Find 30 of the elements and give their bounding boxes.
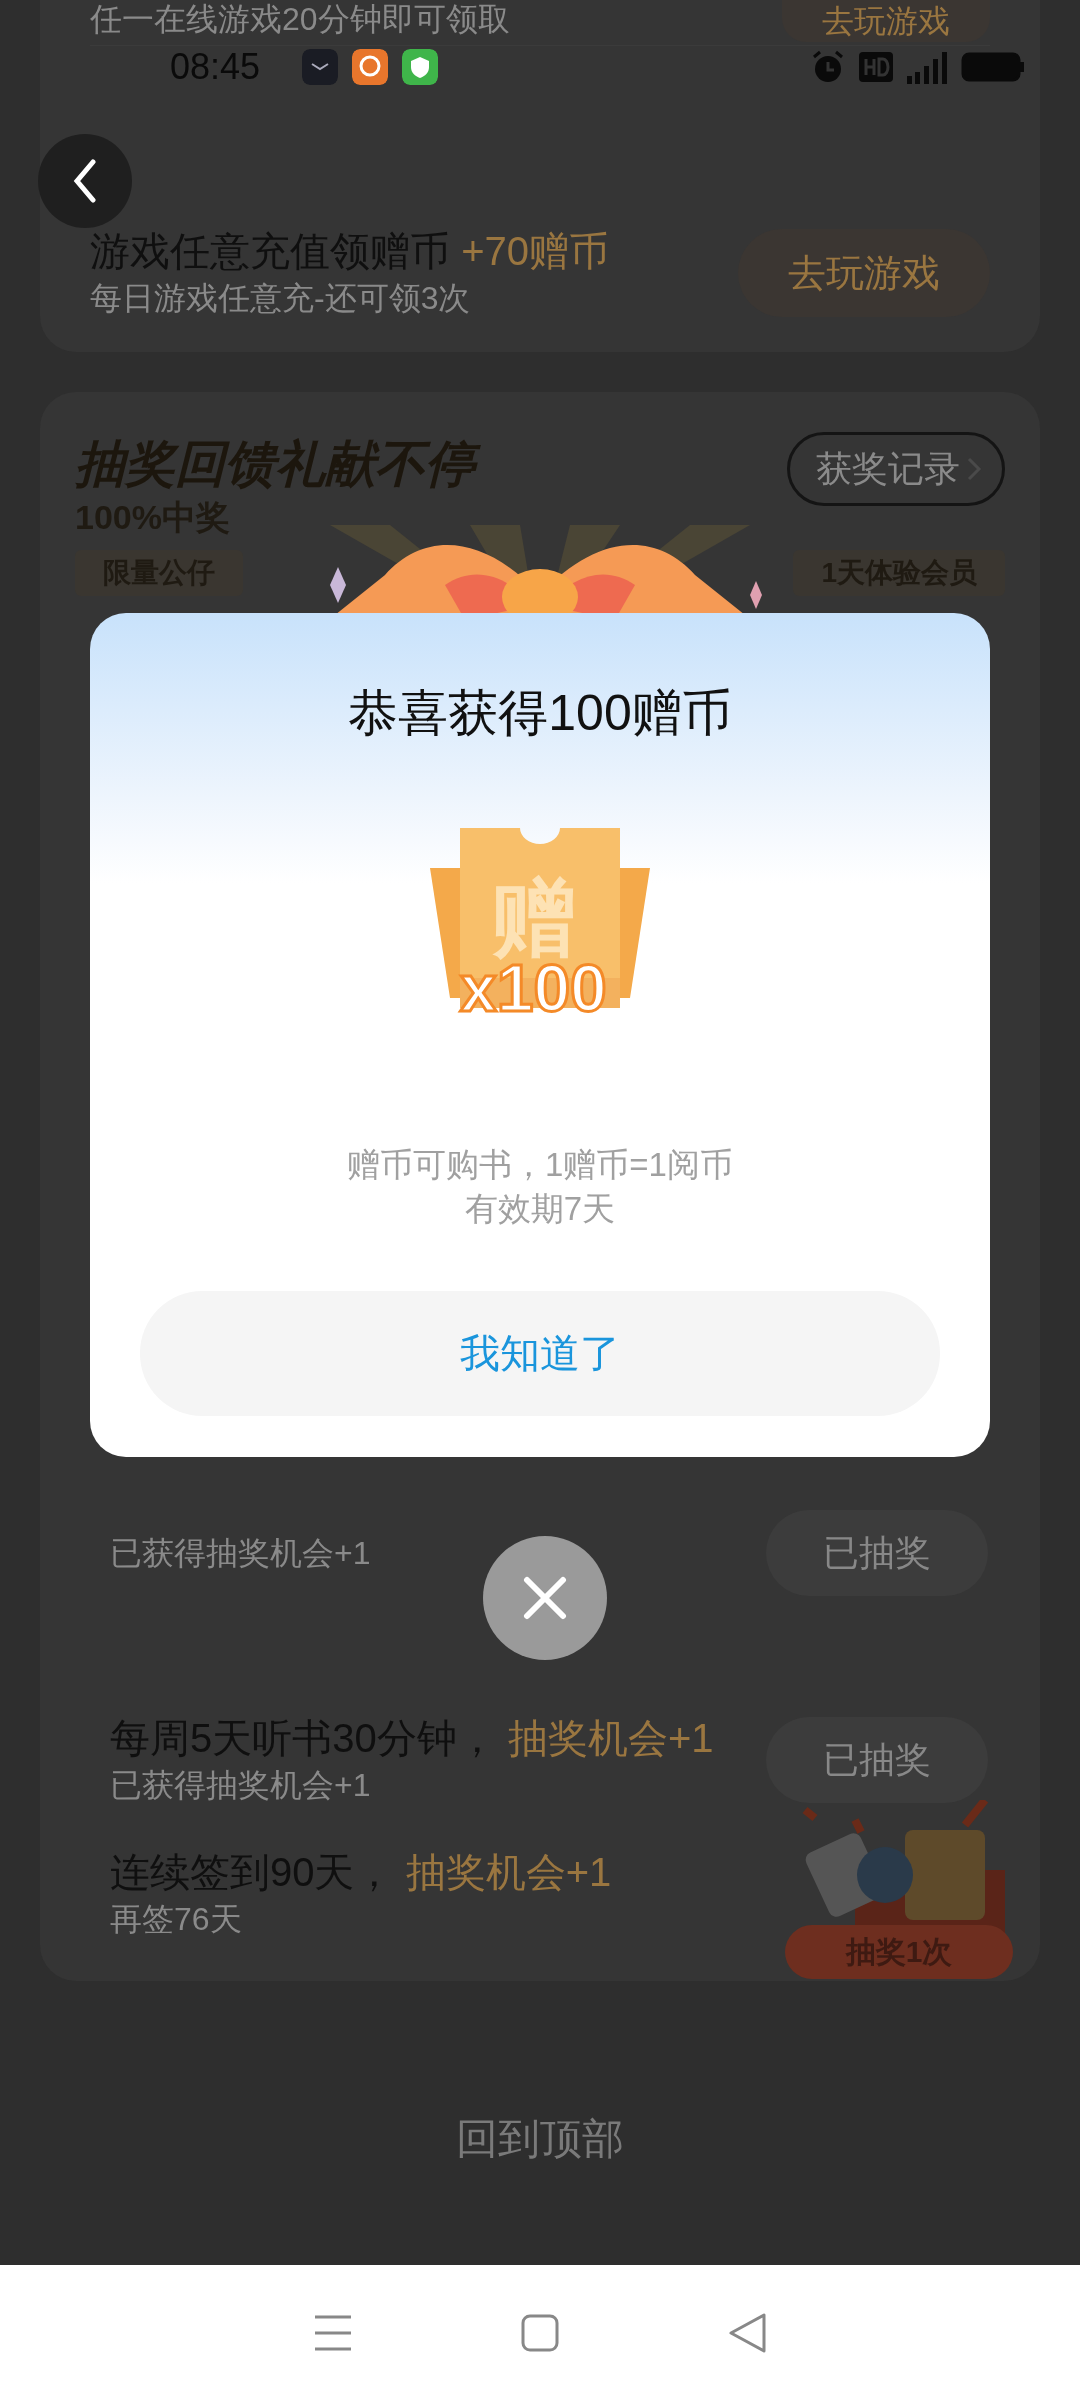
- home-button[interactable]: [521, 2313, 559, 2352]
- browser-app-icon: [352, 49, 389, 85]
- signal-icon: [907, 50, 947, 84]
- dialog-description: 有效期7天: [463, 1189, 617, 1229]
- alarm-icon: [811, 50, 845, 84]
- menu-icon: [314, 2314, 353, 2351]
- drawn-button[interactable]: 已抽奖: [766, 1717, 988, 1803]
- battery-icon: [961, 52, 1025, 82]
- home-icon: [521, 2313, 559, 2352]
- task-subtitle: 已获得抽奖机会+1: [110, 1534, 372, 1573]
- task-subtitle: 任一在线游戏20分钟即可领取: [90, 0, 510, 38]
- menu-button[interactable]: [314, 2314, 353, 2351]
- dialog-title: 恭喜获得100赠币: [348, 684, 732, 743]
- hd-icon: [859, 52, 893, 82]
- play-game-button[interactable]: 去玩游戏: [738, 229, 990, 317]
- prize-records-button[interactable]: 获奖记录: [787, 432, 1005, 506]
- shield-app-icon: [402, 49, 439, 85]
- task-subtitle: 每日游戏任意充-还可领3次: [90, 279, 472, 318]
- task-subtitle: 已获得抽奖机会+1: [110, 1766, 372, 1805]
- dialog-description: 赠币可购书，1赠币=1阅币: [347, 1145, 733, 1185]
- drawn-button[interactable]: 已抽奖: [766, 1510, 988, 1596]
- back-nav-button[interactable]: [727, 2312, 766, 2353]
- mail-app-icon: [302, 49, 339, 85]
- got-it-button[interactable]: 我知道了: [140, 1291, 940, 1416]
- play-game-button[interactable]: 去玩游戏: [782, 0, 990, 42]
- back-to-top-link[interactable]: 回到顶部: [456, 2111, 624, 2167]
- close-icon: [523, 1576, 567, 1620]
- back-triangle-icon: [727, 2312, 766, 2353]
- task-subtitle: 再签76天: [110, 1900, 243, 1939]
- chevron-left-icon: [73, 159, 97, 203]
